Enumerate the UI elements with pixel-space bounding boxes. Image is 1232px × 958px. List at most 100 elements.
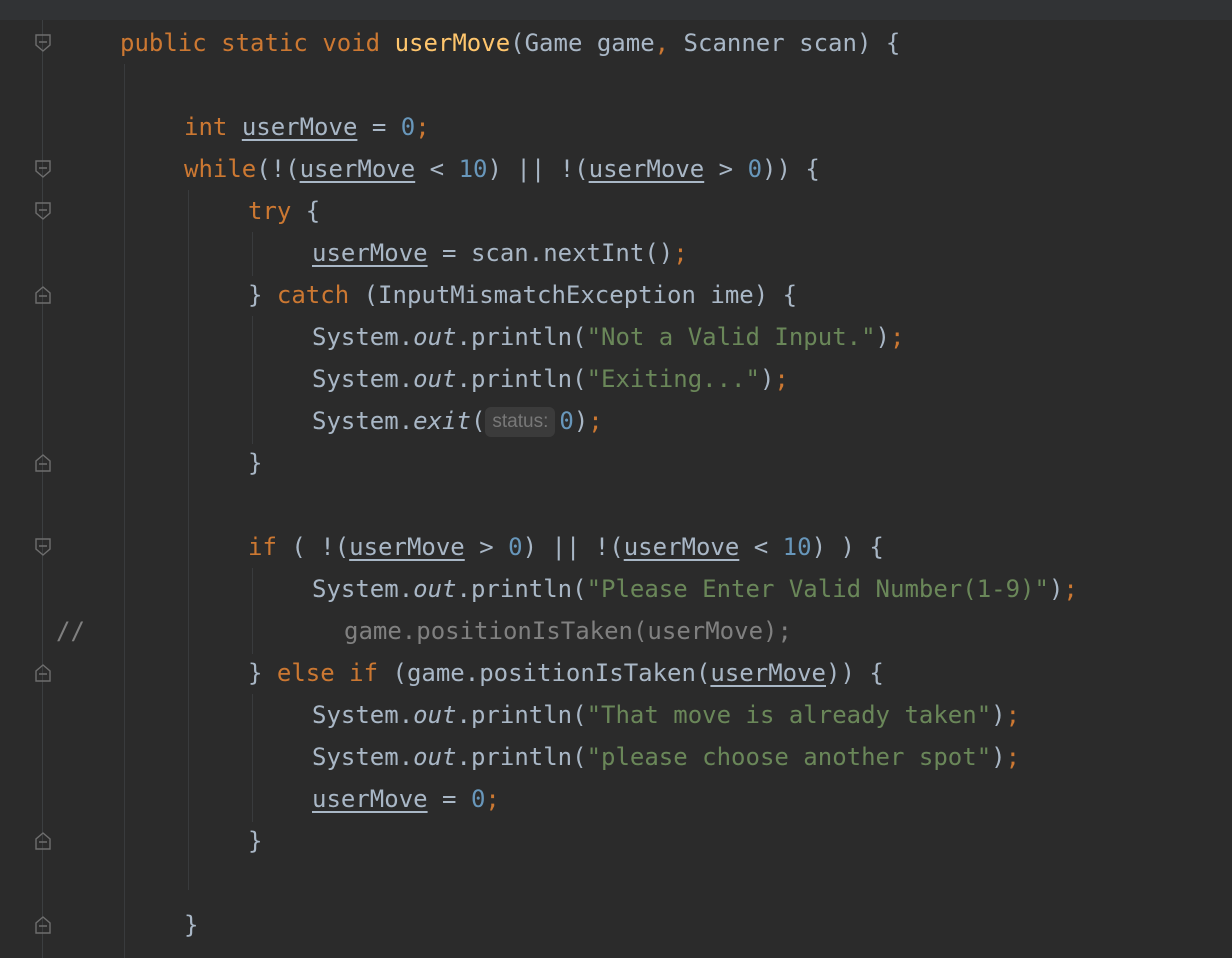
variable: userMove [623, 533, 740, 561]
code-line-println[interactable]: System.out.println("Exiting..."); [312, 358, 789, 400]
fold-close-icon[interactable] [35, 454, 51, 472]
code-line-scan[interactable]: userMove = scan.nextInt(); [312, 232, 688, 274]
code-text: { [291, 197, 321, 225]
code-line-reset[interactable]: userMove = 0; [312, 778, 500, 820]
number-literal: 0 [747, 155, 763, 183]
code-line-close-catch[interactable]: } [248, 442, 262, 484]
code-text: ) || !( [487, 155, 589, 183]
code-text: System. [312, 743, 414, 771]
static-method: exit [413, 407, 471, 435]
code-text: ) [875, 323, 890, 351]
variable: userMove [349, 533, 465, 561]
code-text: = [427, 785, 471, 813]
number-literal: 10 [782, 533, 812, 561]
commented-code: game.positionIsTaken(userMove); [344, 617, 792, 645]
code-text: < [415, 155, 459, 183]
code-line-println[interactable]: System.out.println("Please Enter Valid N… [312, 568, 1078, 610]
code-text: ) [573, 407, 589, 435]
code-line-comment-marker[interactable]: // [56, 610, 85, 652]
code-text: System. [312, 407, 414, 435]
fold-close-icon[interactable] [35, 286, 51, 304]
editor-top-bar [0, 0, 1232, 20]
fold-open-icon[interactable] [35, 538, 51, 556]
code-text: )) { [826, 659, 884, 687]
indent-guide [252, 694, 253, 822]
keyword: int [184, 113, 228, 141]
punctuation: ; [415, 113, 430, 141]
string-literal: "Not a Valid Input." [586, 323, 876, 351]
keyword: else if [276, 659, 379, 687]
static-field: out [413, 365, 457, 393]
fold-close-icon[interactable] [35, 832, 51, 850]
code-text: } [248, 827, 263, 855]
code-text: > [464, 533, 509, 561]
fold-close-icon[interactable] [35, 664, 51, 682]
code-text: } [248, 281, 263, 309]
keyword: while [184, 155, 257, 183]
code-line-close-if[interactable]: } [248, 820, 262, 862]
keyword: public [120, 29, 207, 57]
string-literal: "Exiting..." [586, 365, 760, 393]
parameter-hint: status: [485, 407, 556, 437]
fold-open-icon[interactable] [35, 160, 51, 178]
fold-open-icon[interactable] [35, 202, 51, 220]
punctuation: ; [1063, 575, 1078, 603]
code-line-catch[interactable]: } catch (InputMismatchException ime) { [248, 274, 797, 316]
punctuation: ; [890, 323, 905, 351]
code-line-method-signature[interactable]: public static void userMove(Game game, S… [120, 22, 900, 64]
code-text: ) [991, 701, 1006, 729]
indent-guide [252, 316, 253, 444]
string-literal: "That move is already taken" [586, 701, 992, 729]
number-literal: 0 [400, 113, 416, 141]
code-text: ) ) { [811, 533, 884, 561]
code-line-println[interactable]: System.out.println("Not a Valid Input.")… [312, 316, 904, 358]
code-line-try[interactable]: try { [248, 190, 320, 232]
indent-guide [124, 64, 125, 958]
keyword: static [221, 29, 308, 57]
code-line-exit[interactable]: System.exit(status: 0); [312, 400, 603, 442]
code-text: < [739, 533, 783, 561]
string-literal: "please choose another spot" [586, 743, 992, 771]
fold-open-icon[interactable] [35, 34, 51, 52]
number-literal: 0 [470, 785, 486, 813]
code-line-else-if[interactable]: } else if (game.positionIsTaken(userMove… [248, 652, 884, 694]
code-text: System. [312, 575, 414, 603]
keyword: void [322, 29, 381, 57]
punctuation: ; [485, 785, 500, 813]
code-line-commented-code[interactable]: game.positionIsTaken(userMove); [344, 610, 792, 652]
code-line-close-while[interactable]: } [184, 904, 198, 946]
code-text: ) || !( [522, 533, 624, 561]
code-text: ) [759, 365, 775, 393]
code-text: .println( [456, 701, 587, 729]
static-field: out [413, 323, 457, 351]
indent-guide [252, 568, 253, 654]
code-text: )) { [762, 155, 820, 183]
code-text: (game.positionIsTaken( [378, 659, 711, 687]
code-line-println[interactable]: System.out.println("please choose anothe… [312, 736, 1020, 778]
code-line-if[interactable]: if ( !(userMove > 0) || !(userMove < 10)… [248, 526, 884, 568]
punctuation: ; [673, 239, 688, 267]
code-line-println[interactable]: System.out.println("That move is already… [312, 694, 1020, 736]
keyword: try [248, 197, 292, 225]
code-text: } [184, 911, 199, 939]
code-line-while[interactable]: while(!(userMove < 10) || !(userMove > 0… [184, 148, 820, 190]
variable: userMove [710, 659, 826, 687]
code-text: ) [991, 743, 1006, 771]
line-comment-marker: // [56, 617, 85, 645]
code-line-declaration[interactable]: int userMove = 0; [184, 106, 430, 148]
code-editor[interactable]: public static void userMove(Game game, S… [0, 0, 1232, 958]
code-text: = scan.nextInt() [427, 239, 674, 267]
code-text: .println( [456, 743, 587, 771]
punctuation: ; [774, 365, 789, 393]
method-name: userMove [394, 29, 511, 57]
static-field: out [413, 701, 457, 729]
punctuation: , [654, 29, 670, 57]
keyword: if [248, 533, 277, 561]
fold-close-icon[interactable] [35, 916, 51, 934]
code-text: (InputMismatchException ime) { [349, 281, 798, 309]
code-text: System. [312, 323, 414, 351]
punctuation: ; [588, 407, 603, 435]
code-text: = [357, 113, 401, 141]
code-text: .println( [456, 323, 587, 351]
code-text: System. [312, 365, 414, 393]
